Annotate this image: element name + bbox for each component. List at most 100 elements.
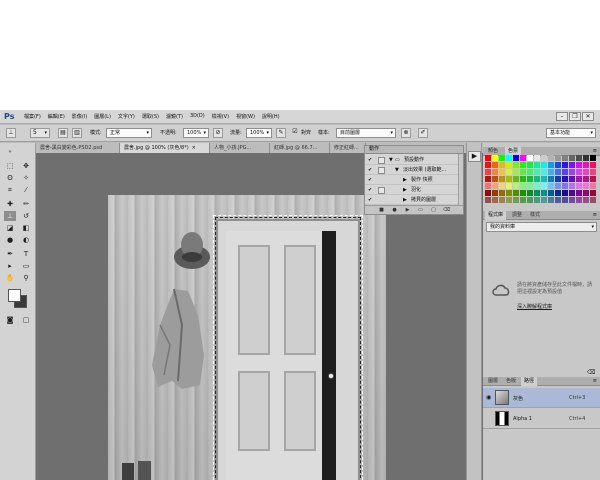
flow-field[interactable]: 100% [246, 128, 272, 138]
color-swatch[interactable] [555, 176, 561, 182]
color-swatch[interactable] [499, 183, 505, 189]
check-icon[interactable]: ✔ [368, 178, 373, 183]
close-button[interactable]: ✕ [582, 112, 594, 121]
dodge-tool-icon[interactable]: ◐ [20, 235, 32, 245]
channel-row-alpha-1[interactable]: Alpha 1 Ctrl+4 [483, 409, 600, 429]
color-swatch[interactable] [527, 183, 533, 189]
color-swatch[interactable] [541, 197, 547, 203]
color-swatch[interactable] [534, 155, 540, 161]
color-swatch[interactable] [541, 176, 547, 182]
menu-help[interactable]: 說明(H) [262, 113, 280, 120]
color-swatch[interactable] [499, 197, 505, 203]
library-select[interactable]: 我的資料庫 [486, 222, 597, 232]
swatches-grid[interactable] [485, 155, 597, 209]
collapse-triangle-icon[interactable]: ▶ [403, 196, 407, 205]
color-swatch[interactable] [541, 190, 547, 196]
actions-panel-header[interactable]: 動作 [365, 146, 463, 154]
color-swatch[interactable] [520, 155, 526, 161]
close-tab-icon[interactable]: × [192, 145, 196, 151]
new-set-icon[interactable]: ▭ [417, 207, 424, 214]
color-swatch[interactable] [485, 169, 491, 175]
action-copied-layer[interactable]: ✔ ▶ 拷貝的圖層 [365, 196, 463, 205]
color-swatch[interactable] [583, 169, 589, 175]
actions-scrollbar[interactable] [458, 154, 463, 206]
history-brush-tool-icon[interactable]: ↺ [20, 211, 32, 221]
zoom-tool-icon[interactable]: ⚲ [20, 273, 32, 283]
menu-filter[interactable]: 濾鏡(T) [166, 113, 183, 120]
dialog-toggle-icon[interactable] [378, 167, 385, 174]
tab-paths[interactable]: 路徑 [521, 377, 538, 386]
color-swatch[interactable] [590, 162, 596, 168]
color-swatch[interactable] [513, 190, 519, 196]
color-swatch[interactable] [576, 176, 582, 182]
color-swatch[interactable] [513, 176, 519, 182]
tab-styles[interactable]: 樣式 [527, 211, 543, 220]
tab-child-jpg[interactable]: 人物_小孩.JPG... [210, 143, 270, 153]
blur-tool-icon[interactable]: ● [4, 235, 16, 245]
color-swatch[interactable] [520, 183, 526, 189]
color-swatch[interactable] [492, 169, 498, 175]
color-swatch[interactable] [527, 197, 533, 203]
trash-icon[interactable]: ⌫ [443, 207, 450, 214]
tab-adjustments[interactable]: 調整 [509, 211, 525, 220]
tab-layers[interactable]: 圖層 [485, 377, 501, 386]
color-swatch[interactable] [583, 183, 589, 189]
color-swatch[interactable] [513, 183, 519, 189]
color-swatch[interactable] [534, 183, 540, 189]
color-swatch[interactable] [583, 176, 589, 182]
brush-preset-picker[interactable]: 5 [30, 128, 50, 138]
color-swatch[interactable] [520, 169, 526, 175]
check-icon[interactable]: ✔ [368, 158, 373, 163]
color-swatch[interactable] [569, 176, 575, 182]
color-swatch[interactable] [534, 176, 540, 182]
color-swatch[interactable] [569, 162, 575, 168]
color-swatch[interactable] [499, 155, 505, 161]
minimize-button[interactable]: – [556, 112, 568, 121]
lasso-tool-icon[interactable]: ʘ [4, 173, 16, 183]
workspace-select[interactable]: 基本功能 [546, 128, 596, 138]
color-swatch[interactable] [562, 190, 568, 196]
color-swatch[interactable] [527, 155, 533, 161]
eyedropper-tool-icon[interactable]: ⁄ [20, 185, 32, 195]
color-swatch[interactable] [506, 190, 512, 196]
color-swatch[interactable] [583, 155, 589, 161]
color-swatch[interactable] [499, 169, 505, 175]
color-swatch[interactable] [534, 169, 540, 175]
color-swatch[interactable] [485, 176, 491, 182]
color-swatch[interactable] [562, 176, 568, 182]
color-swatch[interactable] [485, 155, 491, 161]
panel-menu-icon[interactable]: ≡ [593, 212, 597, 218]
color-swatch[interactable] [576, 169, 582, 175]
color-swatch[interactable] [555, 190, 561, 196]
color-swatch[interactable] [555, 155, 561, 161]
stop-icon[interactable]: ■ [378, 207, 385, 214]
color-swatch[interactable] [590, 155, 596, 161]
menu-type[interactable]: 文字(Y) [118, 113, 135, 120]
pen-tool-icon[interactable]: ✒ [4, 249, 16, 259]
color-swatch[interactable] [590, 190, 596, 196]
color-swatch[interactable] [520, 190, 526, 196]
color-swatch[interactable] [569, 155, 575, 161]
hand-tool-icon[interactable]: ✋ [4, 273, 16, 283]
color-swatch[interactable] [492, 155, 498, 161]
color-swatch[interactable] [590, 176, 596, 182]
restore-button[interactable]: ❐ [569, 112, 581, 121]
color-swatch[interactable] [492, 183, 498, 189]
color-swatch[interactable] [527, 169, 533, 175]
pressure-opacity-icon[interactable]: ⊘ [213, 128, 223, 138]
color-swatch[interactable] [492, 176, 498, 182]
color-swatch[interactable] [527, 176, 533, 182]
dialog-toggle-icon[interactable] [378, 187, 385, 194]
expand-triangle-icon[interactable]: ▼ [395, 166, 399, 175]
color-swatch[interactable] [548, 169, 554, 175]
color-swatch[interactable] [555, 197, 561, 203]
menu-layer[interactable]: 圖層(L) [94, 113, 111, 120]
color-swatch[interactable] [562, 169, 568, 175]
color-swatch[interactable] [541, 183, 547, 189]
color-swatch[interactable] [562, 197, 568, 203]
color-swatch[interactable] [534, 162, 540, 168]
move-tool-icon[interactable]: ✥ [20, 161, 32, 171]
menu-3d[interactable]: 3D(D) [190, 113, 205, 120]
color-swatch[interactable] [555, 183, 561, 189]
color-swatch[interactable] [548, 176, 554, 182]
